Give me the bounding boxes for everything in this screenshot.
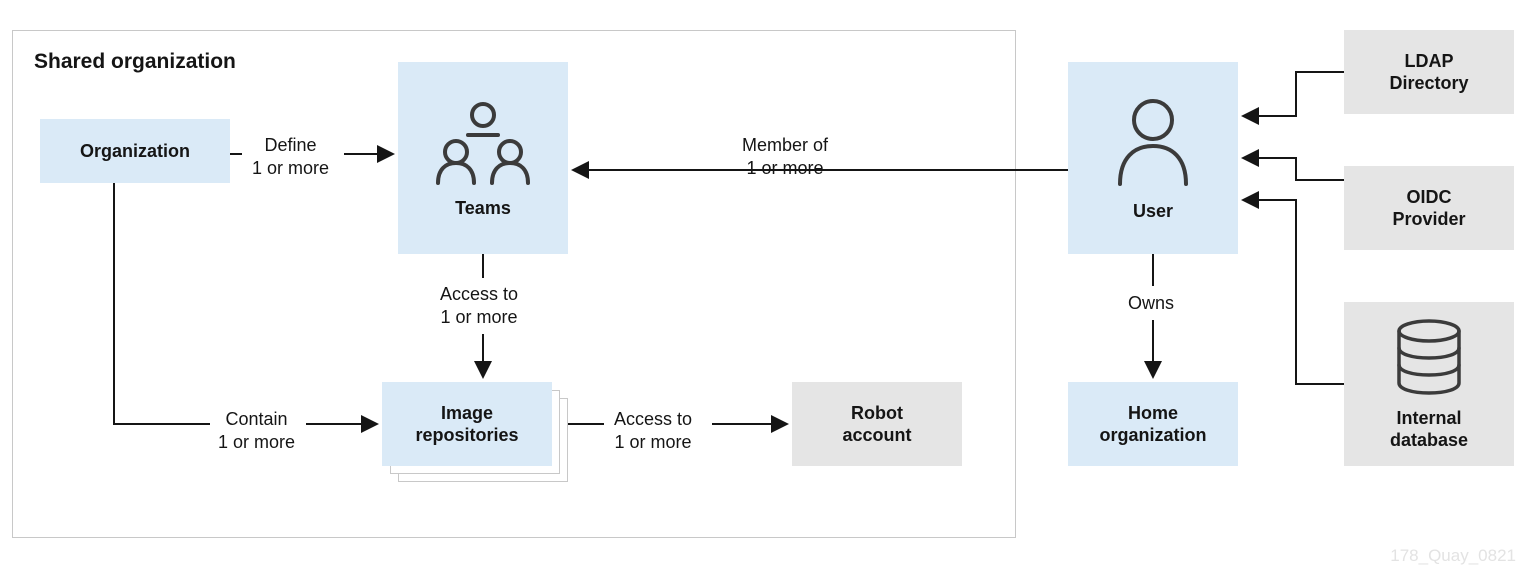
node-db-label-2: database [1390,429,1468,452]
node-teams: Teams [398,62,568,254]
node-home-org-label-1: Home [1128,402,1178,425]
edge-label-contain: Contain 1 or more [218,408,295,453]
diagram-canvas: Shared organization Organization Teams I… [0,0,1520,580]
node-oidc-label-1: OIDC [1407,186,1452,209]
teams-icon [428,97,538,187]
node-home-org-label-2: organization [1100,424,1207,447]
node-robot-account: Robot account [792,382,962,466]
node-organization-label: Organization [80,140,190,163]
node-image-repos-label-2: repositories [415,424,518,447]
node-oidc: OIDC Provider [1344,166,1514,250]
arrow-oidc-to-user [1244,158,1344,180]
edge-label-member-of: Member of 1 or more [742,134,828,179]
node-user: User [1068,62,1238,254]
node-robot-label-1: Robot [851,402,903,425]
edge-label-owns: Owns [1128,292,1174,315]
node-ldap-label-1: LDAP [1405,50,1454,73]
edge-label-define: Define 1 or more [252,134,329,179]
node-home-organization: Home organization [1068,382,1238,466]
arrow-db-to-user [1244,200,1344,384]
node-ldap: LDAP Directory [1344,30,1514,114]
database-icon [1388,317,1470,399]
watermark: 178_Quay_0821 [1390,546,1516,566]
node-teams-label: Teams [455,197,511,220]
node-ldap-label-2: Directory [1389,72,1468,95]
node-db-label-1: Internal [1396,407,1461,430]
node-organization: Organization [40,119,230,183]
edge-label-access-to-repos: Access to 1 or more [614,408,692,453]
arrow-ldap-to-user [1244,72,1344,116]
edge-label-access-to-teams: Access to 1 or more [440,283,518,328]
node-oidc-label-2: Provider [1392,208,1465,231]
node-image-repositories: Image repositories [382,382,552,466]
node-user-label: User [1133,200,1173,223]
node-robot-label-2: account [842,424,911,447]
shared-organization-title: Shared organization [34,50,236,74]
user-icon [1108,94,1198,190]
node-image-repos-label-1: Image [441,402,493,425]
node-internal-database: Internal database [1344,302,1514,466]
